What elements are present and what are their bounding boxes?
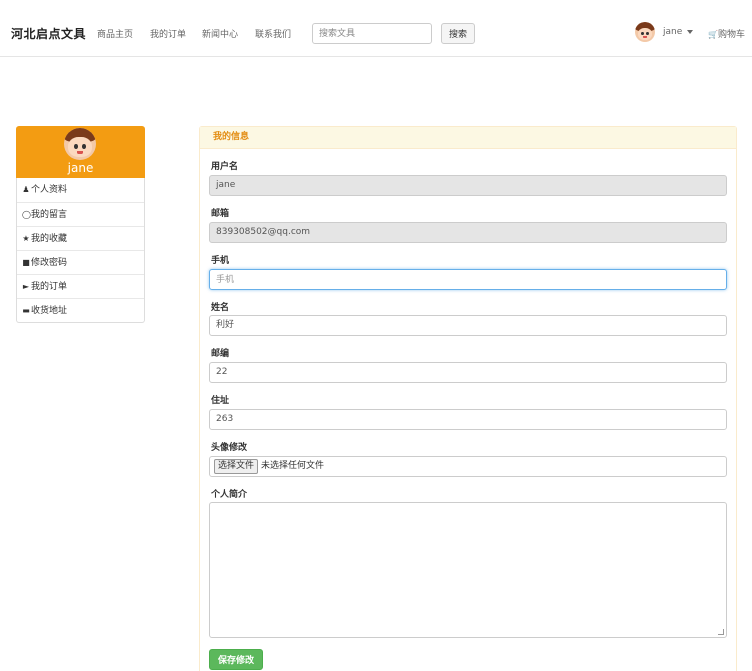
nav-link-home[interactable]: 商品主页 [97, 27, 133, 40]
user-menu-dropdown[interactable]: jane [663, 27, 694, 37]
avatar [64, 128, 96, 160]
user-menu-name: jane [663, 27, 683, 37]
avatar[interactable] [635, 22, 655, 42]
sidebar-item-label: 我的订单 [31, 282, 68, 292]
address-field[interactable]: 263 [209, 409, 727, 430]
sidebar-item-profile[interactable]: ♟个人资料 [17, 178, 144, 202]
username-field[interactable]: jane [209, 175, 727, 196]
star-icon: ★ [22, 234, 30, 243]
realname-field[interactable]: 利好 [209, 315, 727, 336]
nav-link-orders[interactable]: 我的订单 [150, 27, 186, 40]
postcode-field[interactable]: 22 [209, 362, 727, 383]
intro-label: 个人简介 [211, 490, 248, 500]
save-button[interactable]: 保存修改 [209, 649, 263, 670]
lock-icon: ■ [22, 258, 30, 267]
sidebar-item-address[interactable]: ▬收货地址 [17, 298, 144, 322]
phone-field[interactable] [209, 269, 727, 290]
truck-icon: ▬ [22, 306, 30, 315]
avatar-file-input[interactable]: 选择文件 未选择任何文件 [209, 456, 727, 477]
sidebar-item-password[interactable]: ■修改密码 [17, 250, 144, 274]
sidebar-item-messages[interactable]: ◯我的留言 [17, 202, 144, 226]
comment-icon: ◯ [22, 210, 31, 219]
phone-label: 手机 [211, 256, 230, 266]
sidebar-item-label: 我的收藏 [31, 234, 68, 244]
sidebar-item-label: 我的留言 [31, 210, 68, 220]
avatar-upload-label: 头像修改 [211, 443, 248, 453]
nav-link-news[interactable]: 新闻中心 [202, 27, 238, 40]
profile-panel: 我的信息 用户名 jane 邮箱 839308502@qq.com 手机 姓名 … [199, 126, 737, 671]
username-label: 用户名 [211, 162, 239, 172]
cart-link[interactable]: 🛒购物车 [708, 27, 745, 40]
sidebar-username: jane [67, 161, 94, 175]
sidebar-item-label: 修改密码 [31, 258, 68, 268]
user-icon: ♟ [22, 185, 30, 194]
postcode-label: 邮编 [211, 349, 230, 359]
email-label: 邮箱 [211, 209, 230, 219]
sidebar-item-label: 个人资料 [31, 185, 68, 195]
sidebar-item-orders[interactable]: ► 我的订单 [17, 274, 144, 298]
cart-icon: 🛒 [708, 30, 718, 39]
file-status-text: 未选择任何文件 [261, 461, 325, 471]
top-navbar: 河北启点文具 商品主页 我的订单 新闻中心 联系我们 搜索 jane 🛒购物车 [0, 0, 752, 57]
sidebar-menu: ♟个人资料 ◯我的留言 ★我的收藏 ■修改密码 ► 我的订单 ▬收货地址 [16, 178, 145, 323]
email-field[interactable]: 839308502@qq.com [209, 222, 727, 243]
sidebar-item-label: 收货地址 [31, 306, 68, 316]
nav-link-contact[interactable]: 联系我们 [255, 27, 291, 40]
panel-title: 我的信息 [200, 127, 736, 149]
sidebar-item-favorites[interactable]: ★我的收藏 [17, 226, 144, 250]
choose-file-button[interactable]: 选择文件 [214, 459, 259, 474]
tag-icon: ► [22, 282, 30, 291]
search-button[interactable]: 搜索 [441, 23, 475, 44]
brand-logo[interactable]: 河北启点文具 [11, 25, 86, 42]
sidebar-profile-header: jane [16, 126, 145, 178]
realname-label: 姓名 [211, 303, 230, 313]
cart-label: 购物车 [717, 30, 745, 40]
resize-handle-icon[interactable] [718, 629, 724, 635]
intro-textarea[interactable] [209, 502, 727, 638]
search-input[interactable] [312, 23, 432, 44]
caret-down-icon [687, 29, 694, 34]
address-label: 住址 [211, 396, 230, 406]
